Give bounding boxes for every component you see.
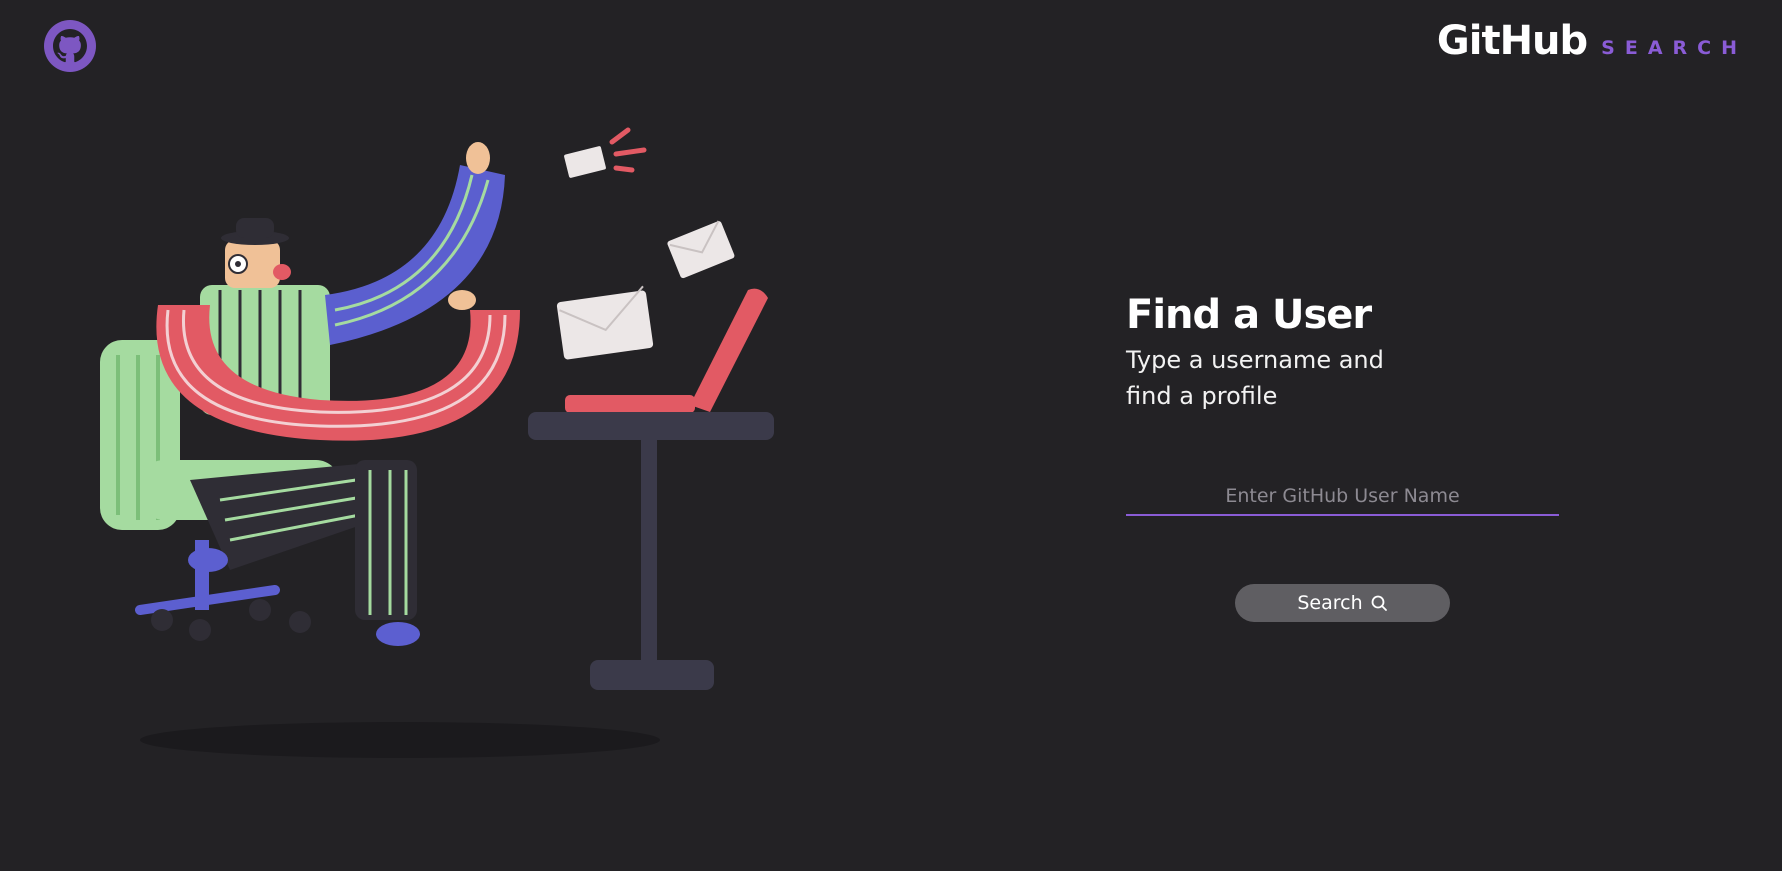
- envelope: [556, 285, 654, 360]
- envelope: [667, 220, 735, 279]
- brand-name: GitHub: [1436, 18, 1588, 64]
- search-icon: [1371, 595, 1387, 611]
- table-leg: [641, 438, 657, 668]
- brand: GitHub SEARCH: [1437, 18, 1747, 64]
- page-subtitle: Type a username and find a profile: [1126, 346, 1384, 410]
- search-button[interactable]: Search: [1235, 584, 1450, 622]
- table-foot: [590, 660, 714, 690]
- floor-shadow: [140, 722, 660, 758]
- page-title: Find a User: [1126, 292, 1372, 338]
- hand: [466, 142, 490, 174]
- search-panel: Find a User Type a username and find a p…: [1126, 290, 1566, 622]
- hat: [236, 218, 274, 238]
- hand: [448, 290, 476, 310]
- chair-wheel: [189, 619, 211, 641]
- github-logo-icon[interactable]: [44, 20, 96, 72]
- brand-subtitle: SEARCH: [1601, 37, 1747, 59]
- chair-wheel: [289, 611, 311, 633]
- hero-illustration: [100, 127, 774, 758]
- motion-lines: [609, 127, 647, 173]
- page: GitHub SEARCH Find a User Type a usernam…: [0, 0, 1782, 871]
- search-button-label: Search: [1297, 592, 1363, 614]
- username-search-input[interactable]: [1126, 478, 1559, 516]
- laptop-base: [565, 395, 695, 413]
- chair-wheel: [249, 599, 271, 621]
- trouser-leg: [355, 460, 417, 620]
- shoe: [376, 622, 420, 646]
- chair-wheel: [151, 609, 173, 631]
- octocat-icon: [53, 29, 87, 63]
- shoe: [188, 548, 228, 572]
- table-top: [528, 412, 774, 440]
- envelope: [564, 146, 606, 178]
- laptop-screen: [690, 288, 768, 412]
